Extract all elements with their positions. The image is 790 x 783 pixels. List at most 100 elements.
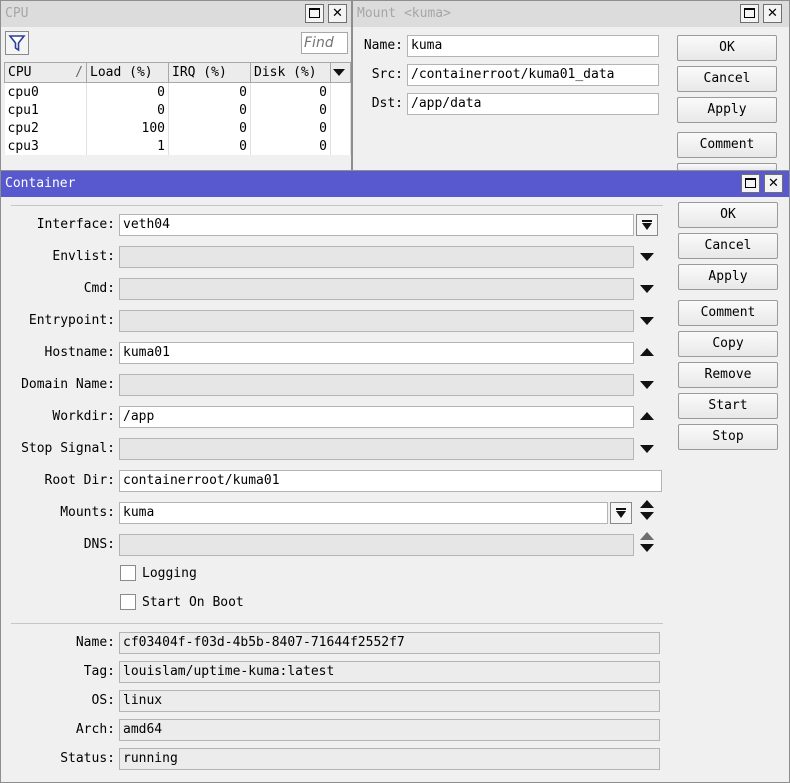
close-icon[interactable]: ✕ [764, 174, 783, 193]
table-row[interactable]: cpu3 1 0 0 [4, 137, 351, 155]
copy-button[interactable]: Copy [678, 331, 778, 357]
disk-cell: 0 [250, 82, 331, 101]
mount-dst-field[interactable]: /app/data [407, 93, 659, 115]
mount-cancel-button[interactable]: Cancel [677, 66, 777, 92]
dns-add-icon[interactable] [640, 544, 654, 552]
mounts-dropdown-button[interactable] [610, 502, 632, 524]
info-name-label: Name: [75, 635, 115, 650]
maximize-icon[interactable] [740, 4, 759, 23]
load-cell: 100 [86, 119, 169, 137]
root-dir-field[interactable]: containerroot/kuma01 [119, 470, 662, 492]
mount-comment-button[interactable]: Comment [677, 132, 777, 158]
stop-signal-field[interactable] [119, 438, 634, 460]
workdir-collapse-icon[interactable] [640, 412, 654, 420]
mount-src-label: Src: [371, 67, 403, 82]
column-header-disk[interactable]: Disk (%) [250, 62, 331, 83]
mount-apply-button[interactable]: Apply [677, 97, 777, 123]
container-window-titlebar[interactable]: Container ✕ [1, 171, 789, 197]
cmd-expand-icon[interactable] [640, 285, 654, 293]
root-dir-label: Root Dir: [44, 473, 115, 488]
cpu-window: CPU ✕ CPU/ Load (%) IRQ (%) Disk (%) cpu… [0, 0, 352, 172]
sort-slash-icon: / [75, 65, 83, 80]
hostname-field[interactable]: kuma01 [119, 342, 634, 364]
disk-cell: 0 [250, 137, 331, 155]
entrypoint-field[interactable] [119, 310, 634, 332]
domain-name-field[interactable] [119, 374, 634, 396]
table-header-row: CPU / Load (%) IRQ (%) Disk (%) [4, 62, 351, 83]
load-cell: 1 [86, 137, 169, 155]
apply-button[interactable]: Apply [678, 264, 778, 290]
cmd-label: Cmd: [83, 281, 115, 296]
info-os-label: OS: [91, 693, 115, 708]
logging-label: Logging [142, 566, 197, 581]
mounts-label: Mounts: [60, 505, 115, 520]
cpu-window-title: CPU [5, 6, 29, 21]
dns-remove-icon[interactable] [640, 532, 654, 540]
stop-signal-expand-icon[interactable] [640, 445, 654, 453]
cpu-window-titlebar[interactable]: CPU ✕ [1, 1, 351, 27]
irq-cell: 0 [168, 101, 251, 119]
mount-ok-button[interactable]: OK [677, 35, 777, 61]
find-input[interactable] [301, 32, 348, 54]
filter-icon [8, 35, 26, 52]
interface-dropdown-button[interactable] [636, 214, 658, 236]
cmd-field[interactable] [119, 278, 634, 300]
column-header-load[interactable]: Load (%) [86, 62, 169, 83]
column-chooser-button[interactable] [330, 62, 351, 83]
envlist-expand-icon[interactable] [640, 253, 654, 261]
envlist-field[interactable] [119, 246, 634, 268]
table-row[interactable]: cpu2 100 0 0 [4, 119, 351, 137]
cpu-name-cell: cpu2 [4, 119, 87, 137]
mounts-field[interactable]: kuma [119, 502, 608, 524]
info-arch-field: amd64 [119, 719, 660, 741]
interface-field[interactable]: veth04 [119, 214, 634, 236]
cpu-name-cell: cpu0 [4, 82, 87, 101]
info-tag-field: louislam/uptime-kuma:latest [119, 661, 660, 683]
cpu-name-cell: cpu3 [4, 137, 87, 155]
workdir-label: Workdir: [52, 409, 115, 424]
table-row[interactable]: cpu1 0 0 0 [4, 101, 351, 119]
info-os-field: linux [119, 690, 660, 712]
close-icon[interactable]: ✕ [328, 4, 347, 23]
dns-label: DNS: [83, 537, 115, 552]
status-divider [11, 623, 663, 624]
hostname-label: Hostname: [44, 345, 115, 360]
mount-name-field[interactable]: kuma [407, 35, 659, 57]
mount-window-title: Mount <kuma> [357, 6, 451, 21]
cancel-button[interactable]: Cancel [678, 233, 778, 259]
start-button[interactable]: Start [678, 393, 778, 419]
column-header-irq[interactable]: IRQ (%) [168, 62, 251, 83]
table-row[interactable]: cpu0 0 0 0 [4, 82, 351, 101]
irq-cell: 0 [168, 119, 251, 137]
ok-button[interactable]: OK [678, 202, 778, 228]
top-divider [11, 205, 663, 206]
workdir-field[interactable]: /app [119, 406, 634, 428]
comment-button[interactable]: Comment [678, 300, 778, 326]
maximize-icon[interactable] [305, 4, 324, 23]
container-window-title: Container [5, 176, 76, 191]
cpu-name-cell: cpu1 [4, 101, 87, 119]
maximize-icon[interactable] [741, 174, 760, 193]
entrypoint-label: Entrypoint: [28, 313, 115, 328]
container-window: Container ✕ Interface: veth04 Envlist: C… [0, 170, 790, 783]
mount-src-field[interactable]: /containerroot/kuma01_data [407, 64, 659, 86]
remove-button[interactable]: Remove [678, 362, 778, 388]
mount-window-titlebar[interactable]: Mount <kuma> ✕ [353, 1, 789, 27]
logging-checkbox[interactable] [120, 565, 136, 581]
domain-name-label: Domain Name: [21, 377, 115, 392]
hostname-collapse-icon[interactable] [640, 348, 654, 356]
close-icon[interactable]: ✕ [763, 4, 782, 23]
interface-label: Interface: [36, 217, 115, 232]
column-header-cpu[interactable]: CPU / [4, 62, 87, 83]
mounts-remove-icon[interactable] [640, 500, 654, 508]
filter-button[interactable] [5, 31, 29, 55]
mounts-add-icon[interactable] [640, 512, 654, 520]
domain-name-expand-icon[interactable] [640, 381, 654, 389]
irq-cell: 0 [168, 82, 251, 101]
dns-field[interactable] [119, 534, 634, 556]
mount-window: Mount <kuma> ✕ Name: kuma Src: /containe… [352, 0, 790, 172]
entrypoint-expand-icon[interactable] [640, 317, 654, 325]
start-on-boot-checkbox[interactable] [120, 594, 136, 610]
stop-button[interactable]: Stop [678, 424, 778, 450]
info-tag-label: Tag: [83, 664, 115, 679]
